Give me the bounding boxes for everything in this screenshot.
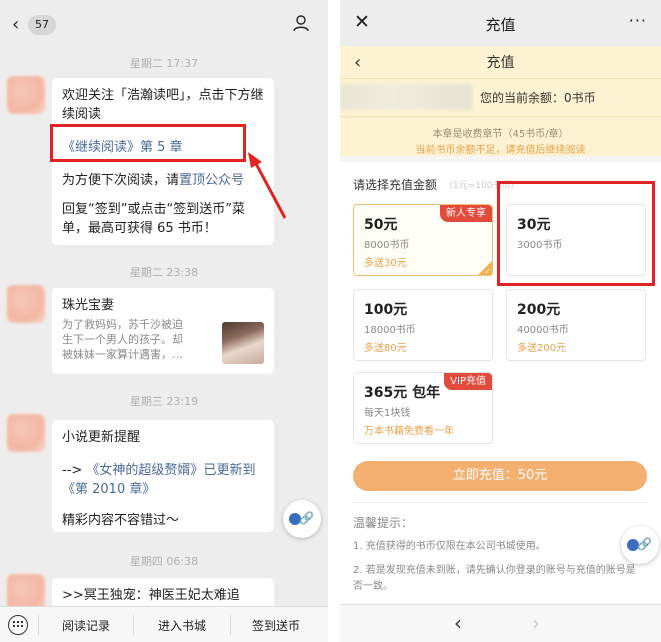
recharge-option-50[interactable]: 50元 8000书币 多送30元 新人专享 ✓ (353, 204, 493, 276)
page-title: 充值 (486, 55, 515, 71)
menu-bar: 阅读记录 进入书城 签到送币 (0, 606, 328, 642)
floating-link-button[interactable]: 🔗 (621, 526, 659, 564)
update-title: 小说更新提醒 (62, 430, 141, 445)
more-icon[interactable]: ··· (629, 11, 647, 30)
article-thumbnail (222, 322, 264, 364)
floating-link-button[interactable]: 🔗 (283, 500, 321, 538)
checkin-hint-text: 回复“签到”或点击“签到送币”菜单，最高可获得 65 书币！ (62, 202, 245, 236)
choose-amount-label: 请选择充值金额 (353, 178, 438, 192)
highlight-box (50, 124, 246, 162)
webview-title: 充值 (485, 16, 516, 34)
article-card[interactable]: 珠光宝妻 为了救妈妈，苏千沙被迫生下一个男人的孩子。却被妹妹一家算计遇害，… (52, 288, 274, 374)
article-description: 为了救妈妈，苏千沙被迫生下一个男人的孩子。却被妹妹一家算计遇害，… (62, 318, 183, 361)
book-link[interactable]: 《女神的超级赘婿》 (86, 463, 203, 478)
pin-account-link[interactable]: 置顶公众号 (179, 173, 244, 188)
browser-nav-bar: ‹ › (340, 604, 661, 642)
vip-badge: VIP充值 (444, 373, 492, 390)
recharge-option-200[interactable]: 200元 40000书币 多送200元 (506, 289, 646, 361)
chapter-price-notice: 本章是收费章节（45书币/章） (432, 129, 569, 140)
nav-forward-icon[interactable]: › (532, 611, 540, 635)
keyboard-icon[interactable] (8, 615, 28, 635)
person-icon[interactable] (292, 14, 310, 32)
welcome-text: 欢迎关注「浩瀚读吧」，点击下方继续阅读 (62, 88, 264, 122)
option-bonus: 多送200元 (517, 343, 567, 354)
unread-count-badge: 57 (28, 15, 56, 35)
option-bonus: 万本书籍免费看一年 (364, 426, 454, 437)
option-bonus: 多送80元 (364, 343, 407, 354)
option-price: 365元 包年 (364, 385, 441, 401)
menu-enter-store[interactable]: 进入书城 (158, 617, 206, 634)
tip-line: 1. 充值获得的书币仅限在本公司书城使用。 (353, 541, 546, 552)
highlight-arrow (248, 152, 287, 219)
nav-back-icon[interactable]: ‹ (454, 611, 462, 635)
tips-title: 温馨提示： (353, 516, 414, 530)
message-time: 星期二 17:37 (129, 57, 199, 70)
option-coins: 每天1块钱 (364, 408, 411, 419)
link-icon: 🔗 (299, 511, 314, 525)
message-bubble: 小说更新提醒 --> 《女神的超级赘婿》已更新到《第 2010 章》 精彩内容不… (52, 420, 274, 532)
chat-header: ‹ 57 (0, 0, 328, 46)
webview-header: ✕ 充值 ··· (340, 0, 661, 46)
chapter-link[interactable]: 《第 2010 章》 (62, 482, 155, 497)
recharge-option-100[interactable]: 100元 18000书币 多送80元 (353, 289, 493, 361)
selected-check-icon: ✓ (478, 261, 492, 275)
chat-screen: ‹ 57 星期二 17:37 欢迎关注「浩瀚读吧」，点击下方继续阅读 《继续阅读… (0, 0, 328, 642)
link-icon: 🔗 (637, 537, 652, 551)
option-coins: 8000书币 (364, 240, 410, 251)
update-footer: 精彩内容不容错过～ (62, 513, 180, 528)
avatar (7, 285, 45, 323)
new-user-badge: 新人专享 (440, 205, 492, 222)
recharge-header: ‹ 充值 您的当前余额：0书币 本章是收费章节（45书币/章） 当前书币余额不足… (340, 46, 661, 156)
pay-now-button[interactable]: 立即充值：50元 (353, 461, 647, 491)
avatar (7, 76, 45, 114)
balance-text: 您的当前余额：0书币 (480, 91, 596, 105)
option-coins: 40000书币 (517, 325, 569, 336)
back-icon[interactable]: ‹ (12, 14, 19, 35)
pin-hint-prefix: 为方便下次阅读，请 (62, 173, 180, 188)
message-text: >>冥王独宠：神医王妃太难追 (62, 588, 240, 603)
highlight-box (497, 181, 655, 286)
recharge-option-365[interactable]: 365元 包年 每天1块钱 万本书籍免费看一年 VIP充值 (353, 372, 493, 444)
option-price: 50元 (364, 217, 398, 233)
message-time: 星期二 23:38 (129, 266, 199, 279)
option-coins: 18000书币 (364, 325, 416, 336)
menu-checkin-coins[interactable]: 签到送币 (252, 617, 300, 634)
update-mid: 已更新到 (203, 463, 256, 478)
message-time: 星期三 23:19 (129, 395, 199, 408)
avatar (7, 414, 45, 452)
menu-reading-history[interactable]: 阅读记录 (62, 617, 110, 634)
recharge-screen: ✕ 充值 ··· ‹ 充值 您的当前余额：0书币 本章是收费章节（45书币/章）… (340, 0, 661, 642)
option-price: 200元 (517, 302, 561, 318)
update-line: --> 《女神的超级赘婿》已更新到《第 2010 章》 (62, 461, 264, 499)
option-price: 100元 (364, 302, 408, 318)
article-title: 珠光宝妻 (62, 298, 115, 313)
message-time: 星期四 06:38 (129, 555, 199, 568)
tip-line: 2. 若是发现充值未到账，请先确认你登录的账号与充值的账号是否一致。 (353, 565, 636, 592)
option-bonus: 多送30元 (364, 258, 407, 269)
pin-hint-text: 为方便下次阅读，请置顶公众号 (62, 171, 264, 190)
update-arrow: --> (62, 463, 83, 478)
blurred-username (340, 84, 472, 110)
insufficient-balance-notice: 当前书币余额不足，请充值后继续阅读 (415, 145, 586, 156)
